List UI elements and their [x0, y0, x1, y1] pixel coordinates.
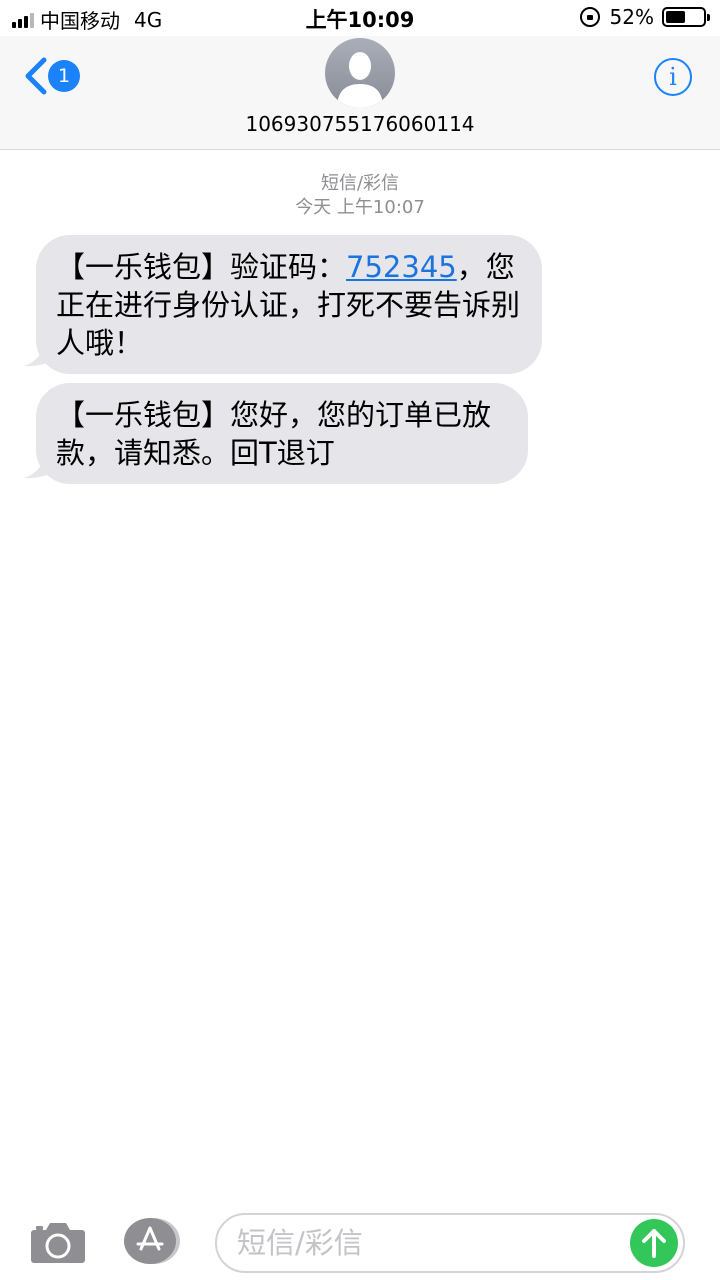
contact-name[interactable]: 106930755176060114: [0, 112, 720, 136]
contact-avatar[interactable]: [325, 38, 395, 108]
send-arrow-icon: [642, 1229, 666, 1258]
info-icon: i: [669, 63, 677, 91]
status-bar: 中国移动 4G 上午10:09 52%: [0, 0, 720, 36]
message-bubble[interactable]: 【一乐钱包】验证码：752345，您正在进行身份认证，打死不要告诉别人哦！: [36, 235, 542, 374]
message-timestamp: 今天 上午10:07: [295, 197, 425, 218]
verification-code-link[interactable]: 752345: [346, 250, 457, 284]
message-text: 【一乐钱包】验证码：: [56, 250, 347, 284]
avatar-icon: [337, 52, 383, 108]
unread-badge: 1: [48, 60, 80, 92]
battery-icon: [662, 7, 710, 27]
battery-percent: 52%: [609, 5, 654, 29]
rotation-lock-icon: [579, 7, 600, 27]
send-button[interactable]: [630, 1219, 678, 1267]
composer-bar: 短信/彩信: [0, 1206, 720, 1280]
app-store-icon[interactable]: [122, 1217, 182, 1265]
battery-fill: [666, 11, 685, 23]
message-input[interactable]: 短信/彩信: [215, 1213, 685, 1273]
message-type-label: 短信/彩信: [320, 173, 400, 194]
camera-icon[interactable]: [30, 1220, 86, 1264]
conversation-header: 1 106930755176060114 i: [0, 36, 720, 150]
message-text: 【一乐钱包】您好，您的订单已放款，请知悉。回T退订: [56, 398, 492, 470]
message-bubble[interactable]: 【一乐钱包】您好，您的订单已放款，请知悉。回T退订: [36, 383, 528, 484]
back-button[interactable]: 1: [20, 56, 80, 96]
info-button[interactable]: i: [654, 58, 692, 96]
status-right: 52%: [579, 5, 710, 29]
